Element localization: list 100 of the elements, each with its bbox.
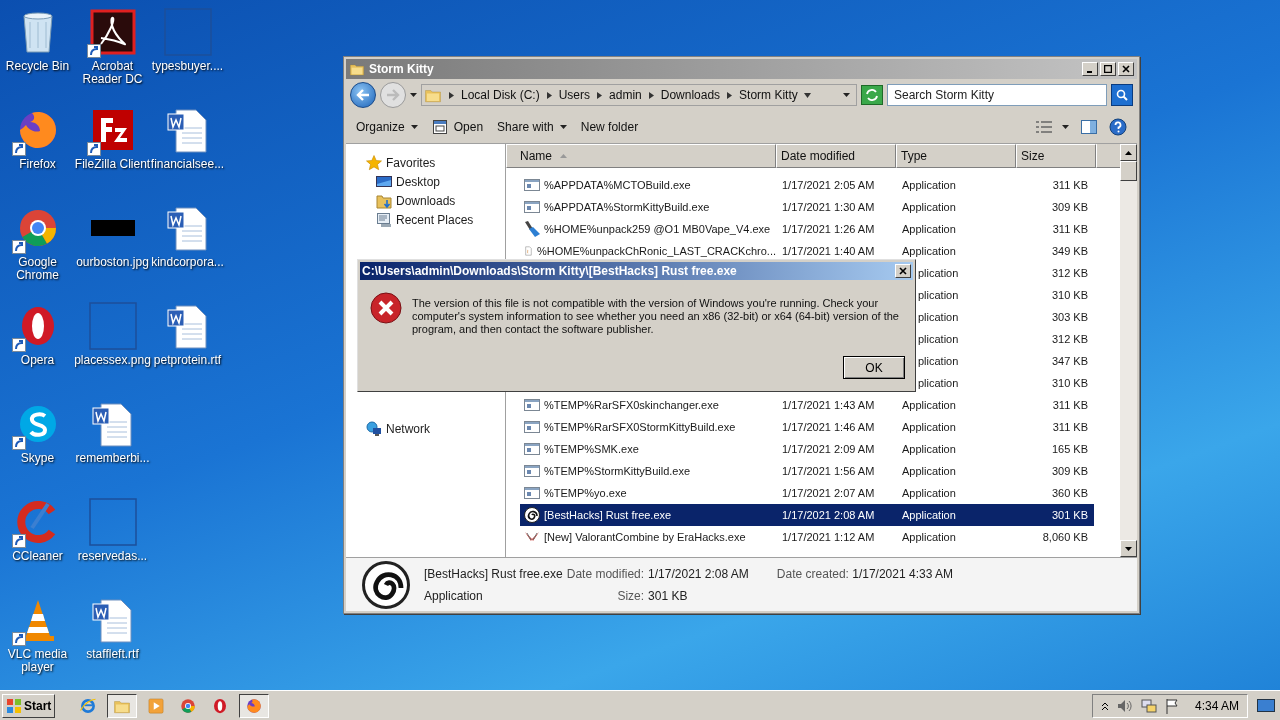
nav-item[interactable]: Recent Places	[346, 210, 505, 229]
file-row[interactable]: %TEMP%StormKittyBuild.exe 1/17/2021 1:56 AM Application 309 KB	[520, 460, 1094, 482]
desktop-shortcut[interactable]: kindcorpora...	[150, 196, 225, 294]
file-row[interactable]: %HOME%unpackChRonic_LAST_CRACKchro... 1/17/2021 1:40 AM Application 349 KB	[520, 240, 1094, 262]
maximize-button[interactable]	[1100, 62, 1116, 76]
desktop-shortcut[interactable]: Google Chrome	[0, 196, 75, 294]
search-field[interactable]: Search Storm Kitty	[887, 84, 1107, 106]
desktop-shortcut[interactable]: financialsee...	[150, 98, 225, 196]
speaker-icon[interactable]	[1116, 698, 1133, 713]
error-icon	[370, 292, 402, 324]
desktop-shortcut[interactable]: Recycle Bin	[0, 0, 75, 98]
close-button[interactable]	[1118, 62, 1134, 76]
preview-pane-icon	[1081, 120, 1097, 134]
column-header[interactable]: Size	[1016, 144, 1096, 168]
desktop-shortcut[interactable]: placessex.png	[75, 294, 150, 392]
desktop-shortcut[interactable]: Skype	[0, 392, 75, 490]
refresh-icon	[865, 89, 879, 101]
date-cell: 1/17/2021 2:09 AM	[782, 442, 875, 455]
recent-places-icon	[376, 211, 392, 228]
file-row[interactable]: %HOME%unpack259 @O1 MB0Vape_V4.exe 1/17/2021 1:26 AM Application 311 KB	[520, 218, 1094, 240]
chevron-icon	[803, 91, 811, 99]
details-value: 1/17/2021 2:08 AM	[648, 565, 749, 583]
flag-icon[interactable]	[1164, 697, 1179, 714]
chevron-icon	[596, 91, 604, 99]
file-row[interactable]: %TEMP%yo.exe 1/17/2021 2:07 AM Application 360 KB	[520, 482, 1094, 504]
forward-arrow-icon	[386, 89, 400, 101]
scroll-thumb[interactable]	[1120, 161, 1137, 181]
help-button[interactable]	[1109, 118, 1127, 136]
desktop-shortcut[interactable]: staffleft.rtf	[75, 588, 150, 686]
column-header[interactable]: Name	[506, 144, 776, 168]
nav-item[interactable]: Favorites	[346, 153, 505, 172]
details-file-name: [BestHacks] Rust free.exe	[424, 565, 563, 583]
breadcrumb-item[interactable]: Local Disk (C:)	[461, 86, 540, 104]
address-bar[interactable]: Local Disk (C:) Users admin Downloads Storm Kitty	[421, 84, 857, 106]
date-cell: 1/17/2021 1:12 AM	[782, 530, 875, 543]
search-button[interactable]	[1111, 84, 1133, 106]
back-button[interactable]	[350, 82, 376, 108]
back-arrow-icon	[356, 89, 370, 101]
size-cell: 310 KB	[1051, 376, 1088, 389]
nav-item[interactable]: Network	[346, 419, 505, 438]
column-header[interactable]: Date modified	[776, 144, 896, 168]
toolbar-button[interactable]: Open	[431, 115, 484, 139]
desktop-shortcut[interactable]: petprotein.rtf	[150, 294, 225, 392]
file-row[interactable]: %TEMP%SMK.exe 1/17/2021 2:09 AM Application 165 KB	[520, 438, 1094, 460]
size-cell: 312 KB	[1051, 266, 1088, 279]
date-cell: 1/17/2021 2:08 AM	[782, 508, 875, 521]
maximize-icon	[1104, 65, 1112, 73]
desktop-shortcut[interactable]: ourboston.jpg	[75, 196, 150, 294]
scroll-down-button[interactable]	[1120, 540, 1137, 557]
scroll-up-button[interactable]	[1120, 144, 1137, 161]
preview-pane-button[interactable]	[1081, 120, 1097, 134]
file-row[interactable]: %APPDATA%MCTOBuild.exe 1/17/2021 2:05 AM Application 311 KB	[520, 174, 1094, 196]
desktop-shortcut[interactable]: Acrobat Reader DC	[75, 0, 150, 98]
type-cell: Application	[902, 464, 956, 477]
refresh-button[interactable]	[861, 85, 883, 105]
desktop-shortcut[interactable]: CCleaner	[0, 490, 75, 588]
file-row[interactable]: [BestHacks] Rust free.exe 1/17/2021 2:08 AM Application 301 KB	[520, 504, 1094, 526]
breadcrumb-item[interactable]: Storm Kitty	[739, 86, 798, 104]
taskbar-app-button[interactable]	[107, 693, 138, 718]
network-icon[interactable]	[1140, 697, 1157, 714]
breadcrumb-item[interactable]: Downloads	[660, 86, 721, 104]
thumbnail-icon	[88, 302, 137, 350]
start-button[interactable]: Start	[2, 693, 56, 718]
desktop-shortcut[interactable]: Opera	[0, 294, 75, 392]
size-cell: 311 KB	[1052, 398, 1088, 411]
column-header[interactable]: Type	[896, 144, 1016, 168]
nav-item[interactable]: Downloads	[346, 191, 505, 210]
file-row[interactable]: [New] ValorantCombine by EraHacks.exe 1/17/2021 1:12 AM Application 8,060 KB	[520, 526, 1094, 548]
desktop-shortcut[interactable]: reservedas...	[75, 490, 150, 588]
help-icon	[1109, 118, 1127, 136]
chevron-up-icon[interactable]	[1100, 700, 1109, 711]
folder-arrow-icon	[376, 192, 392, 209]
desktop-shortcut[interactable]: Firefox	[0, 98, 75, 196]
ok-button[interactable]: OK	[843, 356, 905, 379]
desktop-shortcut[interactable]: typesbuyer....	[150, 0, 225, 98]
close-button[interactable]	[895, 264, 911, 278]
view-options-button[interactable]	[1036, 121, 1069, 133]
toolbar-button[interactable]: New folder	[580, 115, 639, 139]
toolbar-button[interactable]: Organize	[356, 115, 418, 139]
file-row[interactable]: %TEMP%RarSFX0skinchanger.exe 1/17/2021 1:43 AM Application 311 KB	[520, 394, 1094, 416]
minimize-button[interactable]	[1082, 62, 1098, 76]
spiral-icon	[524, 507, 540, 523]
type-cell: Application	[902, 420, 956, 433]
size-cell: 309 KB	[1051, 464, 1088, 477]
toolbar-button[interactable]: Share with	[497, 115, 567, 139]
size-cell: 8,060 KB	[1042, 530, 1088, 543]
size-cell: 303 KB	[1051, 310, 1088, 323]
file-row[interactable]: %APPDATA%StormKittyBuild.exe 1/17/2021 1:30 AM Application 309 KB	[520, 196, 1094, 218]
desktop-shortcut[interactable]: rememberbi...	[75, 392, 150, 490]
clock[interactable]: 4:34 AM	[1186, 696, 1239, 715]
breadcrumb-item[interactable]: admin	[609, 86, 642, 104]
file-row[interactable]: %TEMP%RarSFX0StormKittyBuild.exe 1/17/2021 1:46 AM Application 311 KB	[520, 416, 1094, 438]
date-cell: 1/17/2021 1:40 AM	[782, 244, 875, 257]
breadcrumb-item[interactable]: Users	[558, 86, 591, 104]
desktop-shortcut[interactable]: FileZilla Client	[75, 98, 150, 196]
desktop-shortcut[interactable]: VLC media player	[0, 588, 75, 686]
sort-arrow-icon	[560, 154, 567, 158]
nav-item[interactable]: Desktop	[346, 172, 505, 191]
date-cell: 1/17/2021 1:26 AM	[782, 222, 875, 235]
taskbar-app-button[interactable]	[239, 693, 270, 718]
